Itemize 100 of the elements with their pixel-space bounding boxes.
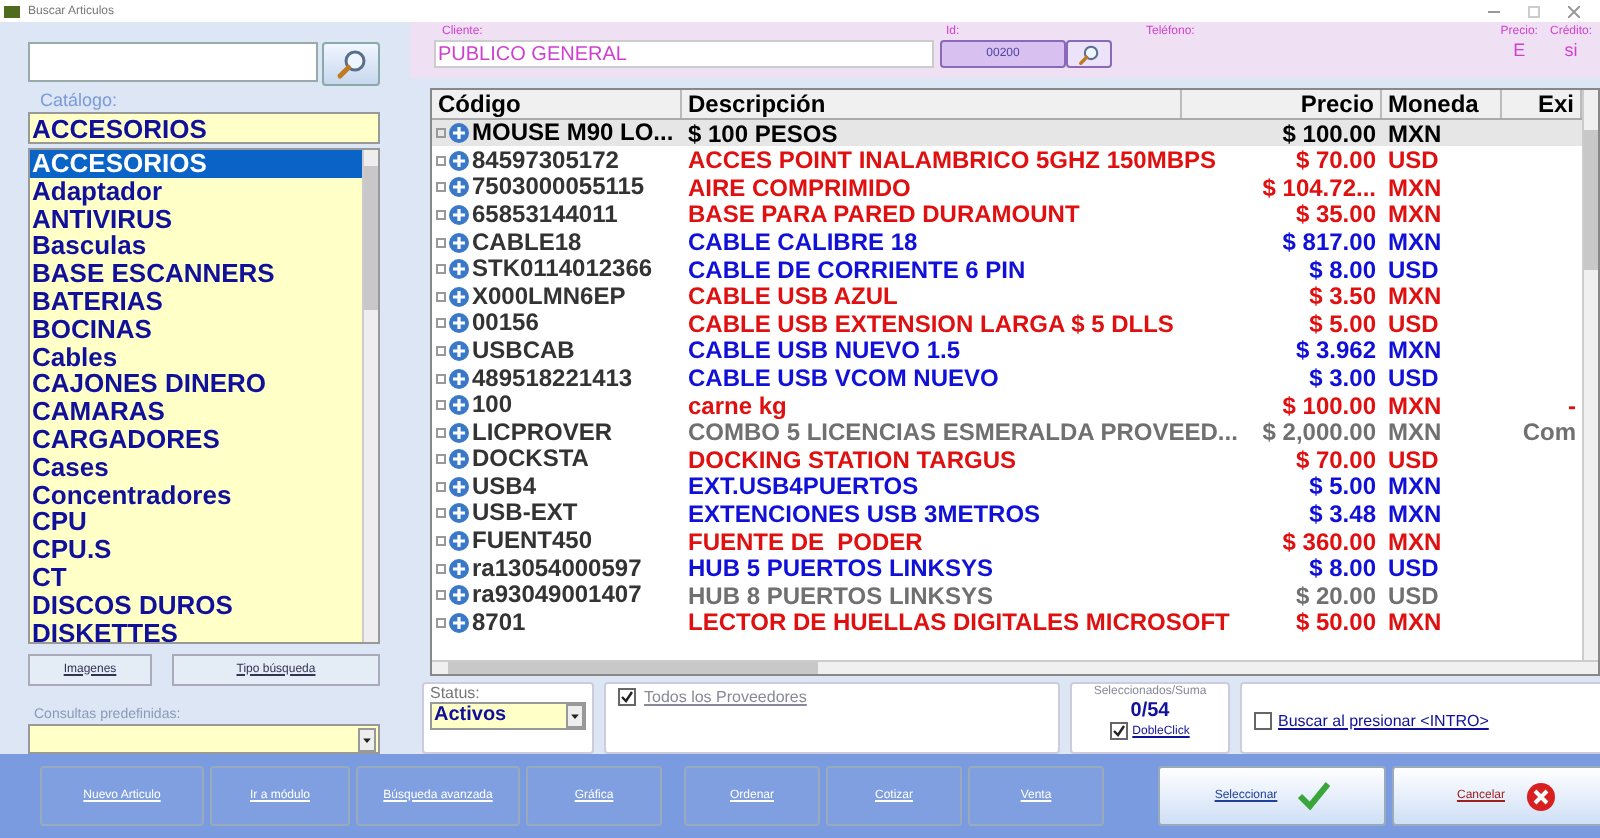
list-item[interactable]: Basculas (30, 232, 362, 261)
scrollbar[interactable] (1582, 89, 1598, 661)
checkbox-label: Todos los Proveedores (644, 688, 807, 707)
list-item[interactable]: Concentradores (30, 481, 362, 509)
list-item[interactable]: Cables (30, 343, 362, 371)
list-item[interactable]: DISCOS DUROS (30, 591, 362, 620)
expand-icon[interactable] (448, 394, 470, 417)
expand-icon[interactable] (448, 475, 470, 498)
expand-icon[interactable] (448, 339, 470, 362)
expand-icon[interactable] (448, 312, 470, 335)
table-cell: LECTOR DE HUELLAS DIGITALES MICROSOFT (688, 608, 1230, 637)
list-item[interactable]: DISKETTES (30, 619, 362, 642)
expand-icon[interactable] (448, 258, 470, 281)
table-cell: $ 3.50 (1309, 282, 1376, 311)
column-header[interactable]: Precio (1182, 89, 1382, 118)
table-cell: CABLE USB EXTENSION LARGA $ 5 DLLS (688, 309, 1174, 338)
list-item[interactable]: Adaptador (30, 177, 362, 206)
table-row[interactable]: USBCAB CABLE USB NUEVO 1.5 $ 3.962 MXN (432, 337, 1582, 365)
table-cell: - (1568, 391, 1576, 420)
expand-icon[interactable] (448, 584, 470, 607)
list-item[interactable]: ANTIVIRUS (30, 205, 362, 233)
column-header[interactable]: Moneda (1382, 89, 1502, 118)
expand-icon[interactable] (448, 530, 470, 553)
table-cell: EXTENCIONES USB 3METROS (688, 499, 1041, 528)
checkbox[interactable] (618, 688, 636, 707)
table-cell: X000LMN6EP (472, 283, 626, 310)
list-item[interactable]: CT (30, 563, 362, 592)
table-cell: $ 360.00 (1282, 527, 1376, 556)
list-item[interactable]: CAMARAS (30, 398, 362, 426)
list-item[interactable]: CPU.S (30, 536, 362, 564)
table-row[interactable]: 100 carne kg $ 100.00 MXN - (432, 391, 1582, 419)
table-row[interactable]: STK0114012366 CABLE DE CORRIENTE 6 PIN $ 8.00 USD (432, 255, 1582, 283)
table-cell: MXN (1388, 119, 1442, 148)
table-row[interactable]: DOCKSTA DOCKING STATION TARGUS $ 70.00 USD (432, 445, 1582, 474)
client-search-button[interactable] (1066, 40, 1112, 68)
cancel-icon (1525, 781, 1555, 811)
table-row[interactable]: 00156 CABLE USB EXTENSION LARGA $ 5 DLLS $ 5.00 USD (432, 310, 1582, 338)
expand-icon[interactable] (448, 231, 470, 254)
field-label: Catálogo: (40, 90, 120, 112)
table-cell: 65853144011 (472, 201, 618, 228)
expand-icon[interactable] (448, 285, 470, 308)
search-field[interactable] (28, 42, 318, 82)
table-cell: Com (1522, 418, 1576, 447)
scrollbar[interactable] (362, 150, 378, 642)
table-row[interactable]: 7503000055115 AIRE COMPRIMIDO $ 104.72... MXN (432, 174, 1582, 202)
list-item[interactable]: Cases (30, 453, 362, 482)
table-row[interactable]: MOUSE M90 LO... $ 100 PESOS $ 100.00 MXN (432, 119, 1582, 147)
list-item[interactable]: BATERIAS (30, 287, 362, 316)
expand-icon[interactable] (448, 611, 470, 634)
expand-icon[interactable] (448, 176, 470, 199)
column-header[interactable]: Código (432, 89, 682, 118)
table-row[interactable]: LICPROVER COMBO 5 LICENCIAS ESMERALDA PROVEED... $ 2,000.00 MXN Com (432, 418, 1582, 446)
client-field[interactable]: PUBLICO GENERAL (434, 40, 934, 68)
minimize-icon[interactable] (1488, 5, 1500, 17)
expand-icon[interactable] (448, 203, 470, 226)
table-cell: FUENTE DE PODER (688, 527, 923, 556)
column-header[interactable]: Descripción (682, 89, 1182, 118)
table-cell: STK0114012366 (472, 256, 653, 283)
table-cell: CABLE USB AZUL (688, 282, 898, 311)
expand-icon[interactable] (448, 502, 470, 525)
table-cell: USB4 (472, 473, 537, 500)
expand-icon[interactable] (448, 122, 470, 145)
table-row[interactable]: 489518221413 CABLE USB VCOM NUEVO $ 3.00 USD (432, 364, 1582, 392)
checkbox[interactable] (1254, 711, 1272, 730)
table-row[interactable]: CABLE18 CABLE CALIBRE 18 $ 817.00 MXN (432, 228, 1582, 256)
list-item[interactable]: BASE ESCANNERS (30, 260, 362, 288)
list-item[interactable]: CARGADORES (30, 425, 362, 454)
table-row[interactable]: USB-EXT EXTENCIONES USB 3METROS $ 3.48 MXN (432, 500, 1582, 528)
search-icon (335, 48, 367, 80)
table-row[interactable]: USB4 EXT.USB4PUERTOS $ 5.00 MXN (432, 473, 1582, 501)
list-item[interactable]: CPU (30, 508, 362, 537)
table-row[interactable]: 65853144011 BASE PARA PARED DURAMOUNT $ 35.00 MXN (432, 201, 1582, 229)
table-row[interactable]: 8701 LECTOR DE HUELLAS DIGITALES MICROSOFT $ 50.00 MXN (432, 609, 1582, 637)
expand-icon[interactable] (448, 149, 470, 172)
catalog-combo[interactable]: ACCESORIOS (28, 112, 380, 144)
table-row[interactable]: X000LMN6EP CABLE USB AZUL $ 3.50 MXN (432, 282, 1582, 311)
table-cell: carne kg (688, 391, 787, 420)
table-cell: FUENT450 (472, 528, 593, 555)
table-row[interactable]: ra13054000597 HUB 5 PUERTOS LINKSYS $ 8.00 USD (432, 554, 1582, 582)
close-icon[interactable] (1568, 5, 1580, 17)
checkbox[interactable] (1110, 722, 1129, 741)
expand-icon[interactable] (448, 448, 470, 471)
status-combo[interactable]: Activos (430, 702, 586, 731)
list-item[interactable]: ACCESORIOS (30, 150, 362, 178)
table-row[interactable]: 84597305172 ACCES POINT INALAMBRICO 5GHZ 150MBPS $ 70.00 USD (432, 146, 1582, 175)
table-cell: HUB 8 PUERTOS LINKSYS (688, 581, 993, 610)
table-cell: $ 100.00 (1282, 391, 1376, 420)
table-cell: CABLE DE CORRIENTE 6 PIN (688, 255, 1026, 284)
table-cell: MOUSE M90 LO... (472, 120, 674, 147)
expand-icon[interactable] (448, 421, 470, 444)
search-button[interactable] (322, 42, 380, 86)
scrollbar[interactable] (432, 660, 1598, 675)
table-row[interactable]: ra93049001407 HUB 8 PUERTOS LINKSYS $ 20.00 USD (432, 581, 1582, 610)
list-item[interactable]: BOCINAS (30, 315, 362, 344)
table-cell: 100 (472, 392, 513, 419)
table-cell: CABLE USB NUEVO 1.5 (688, 336, 961, 365)
expand-icon[interactable] (448, 557, 470, 580)
list-item[interactable]: CAJONES DINERO (30, 370, 362, 399)
table-row[interactable]: FUENT450 FUENTE DE PODER $ 360.00 MXN (432, 527, 1582, 555)
expand-icon[interactable] (448, 367, 470, 389)
